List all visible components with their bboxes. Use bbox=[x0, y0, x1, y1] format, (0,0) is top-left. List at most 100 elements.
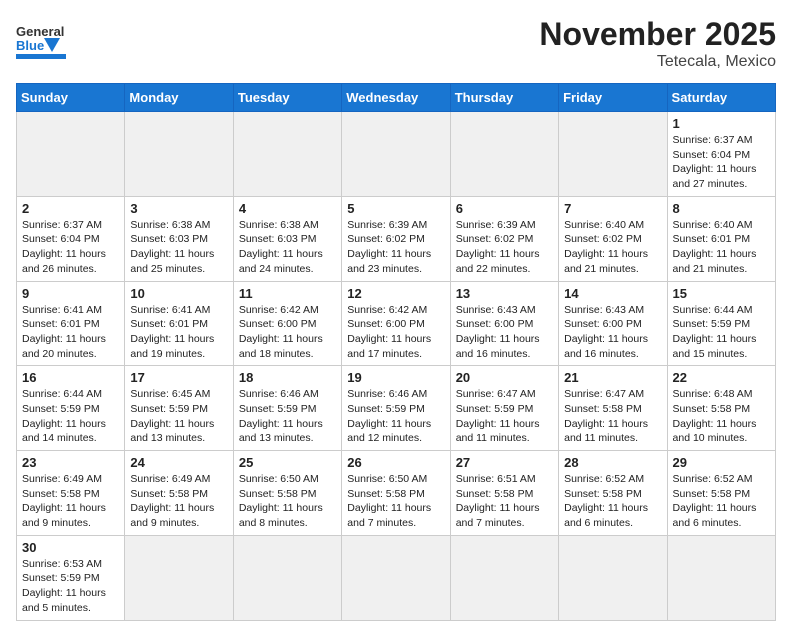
col-tuesday: Tuesday bbox=[233, 84, 341, 112]
calendar-cell bbox=[125, 535, 233, 620]
day-info: Sunrise: 6:47 AM Sunset: 5:59 PM Dayligh… bbox=[456, 387, 553, 446]
svg-text:General: General bbox=[16, 24, 64, 39]
day-info: Sunrise: 6:43 AM Sunset: 6:00 PM Dayligh… bbox=[564, 303, 661, 362]
day-number: 7 bbox=[564, 201, 661, 216]
calendar-week-3: 9Sunrise: 6:41 AM Sunset: 6:01 PM Daylig… bbox=[17, 281, 776, 366]
calendar-cell bbox=[559, 112, 667, 197]
calendar-cell: 19Sunrise: 6:46 AM Sunset: 5:59 PM Dayli… bbox=[342, 366, 450, 451]
day-number: 14 bbox=[564, 286, 661, 301]
day-info: Sunrise: 6:52 AM Sunset: 5:58 PM Dayligh… bbox=[673, 472, 770, 531]
day-number: 17 bbox=[130, 370, 227, 385]
day-info: Sunrise: 6:41 AM Sunset: 6:01 PM Dayligh… bbox=[22, 303, 119, 362]
day-info: Sunrise: 6:53 AM Sunset: 5:59 PM Dayligh… bbox=[22, 557, 119, 616]
day-info: Sunrise: 6:40 AM Sunset: 6:02 PM Dayligh… bbox=[564, 218, 661, 277]
calendar-cell bbox=[342, 112, 450, 197]
day-number: 15 bbox=[673, 286, 770, 301]
day-info: Sunrise: 6:42 AM Sunset: 6:00 PM Dayligh… bbox=[347, 303, 444, 362]
day-number: 12 bbox=[347, 286, 444, 301]
day-number: 19 bbox=[347, 370, 444, 385]
day-info: Sunrise: 6:37 AM Sunset: 6:04 PM Dayligh… bbox=[673, 133, 770, 192]
day-info: Sunrise: 6:50 AM Sunset: 5:58 PM Dayligh… bbox=[347, 472, 444, 531]
day-number: 3 bbox=[130, 201, 227, 216]
calendar-cell bbox=[342, 535, 450, 620]
day-number: 4 bbox=[239, 201, 336, 216]
day-number: 5 bbox=[347, 201, 444, 216]
col-friday: Friday bbox=[559, 84, 667, 112]
calendar-subtitle: Tetecala, Mexico bbox=[539, 53, 776, 71]
calendar-cell: 9Sunrise: 6:41 AM Sunset: 6:01 PM Daylig… bbox=[17, 281, 125, 366]
calendar-cell: 3 Sunrise: 6:38 AM Sunset: 6:03 PM Daylig… bbox=[125, 196, 233, 281]
day-number: 16 bbox=[22, 370, 119, 385]
calendar-cell: 17 Sunrise: 6:45 AM Sunset: 5:59 PM Dayli… bbox=[125, 366, 233, 451]
calendar-cell bbox=[450, 112, 558, 197]
day-number: 26 bbox=[347, 455, 444, 470]
calendar-cell bbox=[233, 112, 341, 197]
calendar-header-row: Sunday Monday Tuesday Wednesday Thursday… bbox=[17, 84, 776, 112]
svg-text:Blue: Blue bbox=[16, 38, 44, 53]
day-info: Sunrise: 6:51 AM Sunset: 5:58 PM Dayligh… bbox=[456, 472, 553, 531]
day-info: Sunrise: 6:40 AM Sunset: 6:01 PM Dayligh… bbox=[673, 218, 770, 277]
calendar-cell: 6Sunrise: 6:39 AM Sunset: 6:02 PM Daylig… bbox=[450, 196, 558, 281]
col-wednesday: Wednesday bbox=[342, 84, 450, 112]
day-info: Sunrise: 6:43 AM Sunset: 6:00 PM Dayligh… bbox=[456, 303, 553, 362]
calendar-cell bbox=[125, 112, 233, 197]
calendar-cell bbox=[667, 535, 775, 620]
calendar-cell: 2 Sunrise: 6:37 AM Sunset: 6:04 PM Daylig… bbox=[17, 196, 125, 281]
col-thursday: Thursday bbox=[450, 84, 558, 112]
calendar-week-1: 1Sunrise: 6:37 AM Sunset: 6:04 PM Daylig… bbox=[17, 112, 776, 197]
calendar-cell: 8 Sunrise: 6:40 AM Sunset: 6:01 PM Daylig… bbox=[667, 196, 775, 281]
col-monday: Monday bbox=[125, 84, 233, 112]
calendar-cell: 28 Sunrise: 6:52 AM Sunset: 5:58 PM Dayli… bbox=[559, 451, 667, 536]
calendar-cell: 30 Sunrise: 6:53 AM Sunset: 5:59 PM Dayli… bbox=[17, 535, 125, 620]
day-info: Sunrise: 6:37 AM Sunset: 6:04 PM Dayligh… bbox=[22, 218, 119, 277]
calendar-week-5: 23 Sunrise: 6:49 AM Sunset: 5:58 PM Dayli… bbox=[17, 451, 776, 536]
calendar-cell bbox=[559, 535, 667, 620]
day-info: Sunrise: 6:52 AM Sunset: 5:58 PM Dayligh… bbox=[564, 472, 661, 531]
day-number: 30 bbox=[22, 540, 119, 555]
day-info: Sunrise: 6:47 AM Sunset: 5:58 PM Dayligh… bbox=[564, 387, 661, 446]
calendar-cell: 13Sunrise: 6:43 AM Sunset: 6:00 PM Dayli… bbox=[450, 281, 558, 366]
day-info: Sunrise: 6:44 AM Sunset: 5:59 PM Dayligh… bbox=[673, 303, 770, 362]
calendar-cell: 24Sunrise: 6:49 AM Sunset: 5:58 PM Dayli… bbox=[125, 451, 233, 536]
day-info: Sunrise: 6:45 AM Sunset: 5:59 PM Dayligh… bbox=[130, 387, 227, 446]
title-block: November 2025 Tetecala, Mexico bbox=[539, 16, 776, 71]
calendar-cell: 12 Sunrise: 6:42 AM Sunset: 6:00 PM Dayli… bbox=[342, 281, 450, 366]
calendar-cell: 7 Sunrise: 6:40 AM Sunset: 6:02 PM Daylig… bbox=[559, 196, 667, 281]
calendar-cell: 20Sunrise: 6:47 AM Sunset: 5:59 PM Dayli… bbox=[450, 366, 558, 451]
day-info: Sunrise: 6:38 AM Sunset: 6:03 PM Dayligh… bbox=[130, 218, 227, 277]
day-info: Sunrise: 6:49 AM Sunset: 5:58 PM Dayligh… bbox=[22, 472, 119, 531]
calendar-cell: 5 Sunrise: 6:39 AM Sunset: 6:02 PM Daylig… bbox=[342, 196, 450, 281]
calendar-cell: 18Sunrise: 6:46 AM Sunset: 5:59 PM Dayli… bbox=[233, 366, 341, 451]
day-number: 23 bbox=[22, 455, 119, 470]
day-number: 22 bbox=[673, 370, 770, 385]
day-info: Sunrise: 6:39 AM Sunset: 6:02 PM Dayligh… bbox=[347, 218, 444, 277]
day-info: Sunrise: 6:42 AM Sunset: 6:00 PM Dayligh… bbox=[239, 303, 336, 362]
logo: General Blue bbox=[16, 16, 66, 64]
col-sunday: Sunday bbox=[17, 84, 125, 112]
day-number: 18 bbox=[239, 370, 336, 385]
calendar-cell: 22 Sunrise: 6:48 AM Sunset: 5:58 PM Dayli… bbox=[667, 366, 775, 451]
calendar-cell: 14 Sunrise: 6:43 AM Sunset: 6:00 PM Dayli… bbox=[559, 281, 667, 366]
day-number: 21 bbox=[564, 370, 661, 385]
calendar-cell: 25Sunrise: 6:50 AM Sunset: 5:58 PM Dayli… bbox=[233, 451, 341, 536]
day-number: 29 bbox=[673, 455, 770, 470]
calendar-cell: 4 Sunrise: 6:38 AM Sunset: 6:03 PM Daylig… bbox=[233, 196, 341, 281]
day-number: 28 bbox=[564, 455, 661, 470]
calendar-cell bbox=[233, 535, 341, 620]
calendar-table: Sunday Monday Tuesday Wednesday Thursday… bbox=[16, 83, 776, 621]
calendar-cell: 1Sunrise: 6:37 AM Sunset: 6:04 PM Daylig… bbox=[667, 112, 775, 197]
calendar-cell bbox=[17, 112, 125, 197]
calendar-cell: 29 Sunrise: 6:52 AM Sunset: 5:58 PM Dayli… bbox=[667, 451, 775, 536]
day-info: Sunrise: 6:38 AM Sunset: 6:03 PM Dayligh… bbox=[239, 218, 336, 277]
day-info: Sunrise: 6:48 AM Sunset: 5:58 PM Dayligh… bbox=[673, 387, 770, 446]
calendar-cell: 11Sunrise: 6:42 AM Sunset: 6:00 PM Dayli… bbox=[233, 281, 341, 366]
day-info: Sunrise: 6:41 AM Sunset: 6:01 PM Dayligh… bbox=[130, 303, 227, 362]
calendar-cell: 23 Sunrise: 6:49 AM Sunset: 5:58 PM Dayli… bbox=[17, 451, 125, 536]
calendar-cell: 27Sunrise: 6:51 AM Sunset: 5:58 PM Dayli… bbox=[450, 451, 558, 536]
day-info: Sunrise: 6:49 AM Sunset: 5:58 PM Dayligh… bbox=[130, 472, 227, 531]
logo-icon: General Blue bbox=[16, 16, 66, 64]
day-number: 8 bbox=[673, 201, 770, 216]
day-number: 25 bbox=[239, 455, 336, 470]
page-header: General Blue November 2025 Tetecala, Mex… bbox=[16, 16, 776, 71]
day-number: 2 bbox=[22, 201, 119, 216]
